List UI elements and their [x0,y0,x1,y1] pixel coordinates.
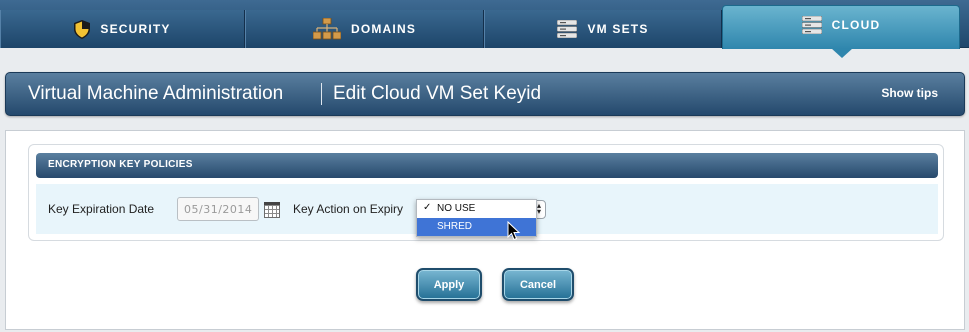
tab-label: DOMAINS [350,22,417,36]
server-stack-icon [801,16,822,34]
tab-domains[interactable]: DOMAINS [245,10,484,48]
show-tips-link[interactable]: Show tips [881,86,938,100]
active-tab-pointer [831,48,853,58]
shield-icon [74,19,91,39]
content-panel: ENCRYPTION KEY POLICIES Key Expiration D… [5,130,965,330]
tab-vm-sets[interactable]: VM SETS [484,10,722,48]
option-no-use[interactable]: ✓ NO USE [417,200,536,218]
tab-cloud[interactable]: CLOUD [722,5,960,49]
page-subtitle: Edit Cloud VM Set Keyid [333,83,542,104]
tab-label: CLOUD [831,18,881,32]
tab-label: SECURITY [100,22,171,36]
encryption-policy-box: ENCRYPTION KEY POLICIES Key Expiration D… [28,144,944,241]
section-body: Key Expiration Date 05/31/2014 Key Actio… [36,184,938,237]
apply-button[interactable]: Apply [416,268,482,301]
mouse-cursor-icon [507,221,521,241]
expiry-date-input[interactable]: 05/31/2014 [177,197,259,221]
page-header: Virtual Machine Administration Edit Clou… [5,72,965,116]
action-on-expiry-label: Key Action on Expiry [293,202,404,216]
tab-security[interactable]: SECURITY [0,10,245,48]
tab-label: VM SETS [587,22,649,36]
page-title: Virtual Machine Administration [28,83,284,104]
checkmark-icon: ✓ [423,202,432,213]
option-label: NO USE [437,203,476,214]
option-label: SHRED [437,221,473,232]
server-stack-icon [557,20,578,38]
section-header: ENCRYPTION KEY POLICIES [36,153,938,178]
main-nav: SECURITY DOMAINS VM SETS CLOUD [0,0,969,49]
expiry-date-label: Key Expiration Date [48,202,155,216]
title-divider [321,83,322,105]
network-icon [312,18,341,40]
cancel-button[interactable]: Cancel [502,268,574,301]
calendar-icon[interactable] [264,202,280,218]
